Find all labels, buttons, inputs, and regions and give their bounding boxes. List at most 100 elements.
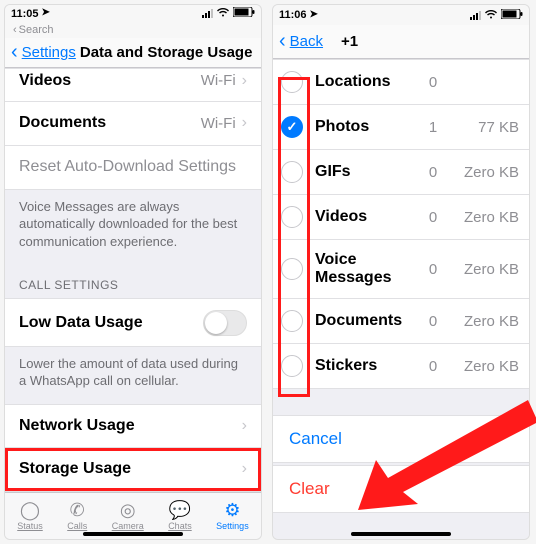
left-screen-data-storage: 11:05 ➤ ‹ Search ‹ Settings Data and Sto… — [4, 4, 262, 540]
signal-icon — [470, 11, 481, 20]
media-row-voice-messages[interactable]: Voice Messages0Zero KB — [273, 240, 529, 299]
select-circle[interactable] — [281, 310, 303, 332]
media-row-gifs[interactable]: GIFs0Zero KB — [273, 150, 529, 195]
select-circle[interactable] — [281, 206, 303, 228]
section-header-call: CALL SETTINGS — [5, 264, 261, 298]
row-count: 0 — [413, 358, 453, 375]
select-circle[interactable] — [281, 71, 303, 93]
row-label: Photos — [315, 118, 413, 136]
row-count: 0 — [413, 261, 453, 278]
media-row-locations[interactable]: Locations0 — [273, 59, 529, 105]
home-indicator[interactable] — [351, 532, 451, 536]
media-row-stickers[interactable]: Stickers0Zero KB — [273, 344, 529, 389]
row-size: 77 KB — [453, 119, 519, 136]
wifi-icon — [216, 7, 230, 20]
page-title: Data and Storage Usage — [80, 44, 255, 61]
chevron-left-icon[interactable]: ‹ — [11, 41, 18, 64]
note-call-data: Lower the amount of data used during a W… — [5, 347, 261, 404]
row-size: Zero KB — [453, 313, 519, 330]
chevron-right-icon: › — [236, 72, 247, 90]
camera-icon: ◎ — [120, 500, 136, 520]
status-icon: ◯ — [20, 500, 40, 520]
tab-settings[interactable]: ⚙ Settings — [216, 500, 249, 531]
cancel-button[interactable]: Cancel — [273, 415, 529, 463]
row-reset-auto-download[interactable]: Reset Auto-Download Settings — [5, 146, 261, 190]
clear-button[interactable]: Clear — [273, 465, 529, 513]
chevron-right-icon: › — [236, 460, 247, 478]
back-button[interactable]: Back — [290, 33, 323, 50]
row-size: Zero KB — [453, 358, 519, 375]
row-label: Storage Usage — [19, 460, 236, 478]
row-count: 0 — [413, 209, 453, 226]
row-label: Videos — [19, 72, 201, 90]
tab-label: Status — [17, 521, 43, 531]
back-button[interactable]: Settings — [22, 44, 76, 61]
toggle-low-data[interactable] — [203, 310, 247, 336]
chevron-left-icon[interactable]: ‹ — [279, 30, 286, 53]
row-label: Documents — [315, 312, 413, 330]
row-storage-usage[interactable]: Storage Usage › — [5, 448, 261, 492]
select-circle[interactable] — [281, 355, 303, 377]
tab-label: Chats — [168, 521, 192, 531]
row-low-data-usage[interactable]: Low Data Usage — [5, 298, 261, 347]
status-bar: 11:05 ➤ — [5, 5, 261, 22]
gear-icon: ⚙ — [224, 500, 240, 520]
navbar: ‹ Back +1 — [273, 25, 529, 59]
search-breadcrumb[interactable]: ‹ Search — [5, 22, 261, 38]
tab-chats[interactable]: 💬 Chats — [168, 500, 192, 531]
checkmark-icon: ✓ — [287, 119, 298, 135]
row-documents[interactable]: Documents Wi-Fi › — [5, 102, 261, 146]
chevron-left-icon: ‹ — [13, 24, 17, 36]
navbar: ‹ Settings Data and Storage Usage — [5, 38, 261, 68]
status-bar: 11:06 ➤ — [273, 5, 529, 25]
row-label: Stickers — [315, 357, 413, 375]
select-circle[interactable] — [281, 258, 303, 280]
row-network-usage[interactable]: Network Usage › — [5, 404, 261, 448]
tab-label: Calls — [67, 521, 87, 531]
row-label: GIFs — [315, 163, 413, 181]
status-time: 11:06 — [279, 9, 307, 21]
row-label: Videos — [315, 208, 413, 226]
tab-label: Camera — [112, 521, 144, 531]
spacer — [273, 389, 529, 415]
media-row-documents[interactable]: Documents0Zero KB — [273, 299, 529, 344]
tab-label: Settings — [216, 521, 249, 531]
location-icon: ➤ — [310, 9, 318, 20]
tab-calls[interactable]: ✆ Calls — [67, 500, 87, 531]
row-size: Zero KB — [453, 209, 519, 226]
page-title: +1 — [327, 33, 523, 50]
row-label: Network Usage — [19, 417, 236, 435]
media-row-photos[interactable]: ✓ Photos177 KB — [273, 105, 529, 150]
status-time: 11:05 — [11, 8, 39, 20]
row-value: Wi-Fi — [201, 72, 236, 89]
note-voice-messages: Voice Messages are always automatically … — [5, 190, 261, 265]
home-indicator[interactable] — [83, 532, 183, 536]
row-count: 0 — [413, 164, 453, 181]
location-icon: ➤ — [42, 7, 50, 18]
tab-status[interactable]: ◯ Status — [17, 500, 43, 531]
tab-camera[interactable]: ◎ Camera — [112, 500, 144, 531]
row-count: 1 — [413, 119, 453, 136]
select-circle[interactable] — [281, 161, 303, 183]
row-label: Documents — [19, 114, 201, 132]
signal-icon — [202, 9, 213, 18]
wifi-icon — [484, 9, 498, 22]
select-circle[interactable]: ✓ — [281, 116, 303, 138]
right-screen-storage-detail: 11:06 ➤ ‹ Back +1 Locations0 ✓ Photos177 K… — [272, 4, 530, 540]
row-value: Wi-Fi — [201, 115, 236, 132]
chevron-right-icon: › — [236, 417, 247, 435]
row-label: Low Data Usage — [19, 314, 203, 332]
chat-icon: 💬 — [169, 500, 191, 520]
battery-icon — [501, 9, 523, 22]
battery-icon — [233, 7, 255, 20]
row-videos[interactable]: Videos Wi-Fi › — [5, 68, 261, 102]
row-count: 0 — [413, 313, 453, 330]
chevron-right-icon: › — [236, 114, 247, 132]
media-row-videos[interactable]: Videos0Zero KB — [273, 195, 529, 240]
search-label: Search — [19, 24, 54, 36]
row-size: Zero KB — [453, 164, 519, 181]
media-type-list: Locations0✓Photos177 KBGIFs0Zero KBVideo… — [273, 59, 529, 389]
row-size: Zero KB — [453, 261, 519, 278]
row-count: 0 — [413, 74, 453, 91]
row-label: Reset Auto-Download Settings — [19, 158, 247, 176]
